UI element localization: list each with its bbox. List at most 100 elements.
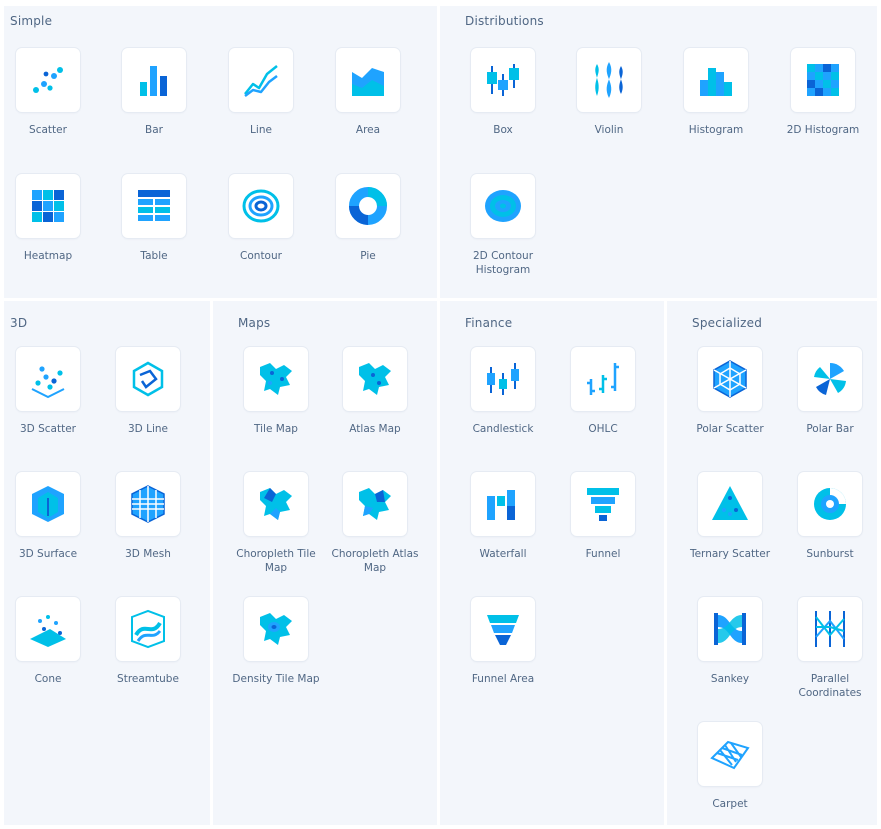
choropleth-tile-map-icon[interactable] [244,472,308,536]
funnel-icon[interactable] [571,472,635,536]
chart-type-streamtube[interactable]: Streamtube [100,597,196,686]
chart-type-label: Streamtube [117,673,179,685]
sunburst-icon[interactable] [798,472,862,536]
chart-type-scatter[interactable]: Scatter [0,48,96,137]
chart-type-label: Line [250,124,272,136]
cone-icon[interactable] [16,597,80,661]
chart-type-label: Box [493,124,513,136]
chart-type-2d-histogram[interactable]: 2D Histogram [775,48,871,137]
chart-type-label: Histogram [688,124,744,136]
tile-map-icon[interactable] [244,347,308,411]
chart-type-tile-map[interactable]: Tile Map [228,347,324,436]
heatmap-icon[interactable] [16,174,80,238]
chart-type-3d-line[interactable]: 3D Line [100,347,196,436]
chart-type-3d-surface[interactable]: 3D Surface [0,472,96,561]
choropleth-atlas-map-icon[interactable] [343,472,407,536]
chart-type-contour[interactable]: Contour [213,174,309,263]
streamtube-icon[interactable] [116,597,180,661]
chart-type-funnel-area[interactable]: Funnel Area [455,597,551,686]
chart-type-label: Funnel [585,548,621,560]
chart-type-label: Violin [594,124,624,136]
3d-scatter-icon[interactable] [16,347,80,411]
chart-type-label: 3D Mesh [125,548,171,560]
chart-type-table[interactable]: Table [106,174,202,263]
chart-type-label: Heatmap [23,250,73,262]
section-title-simple: Simple [10,14,53,28]
chart-type-label: Polar Bar [806,423,854,435]
area-icon[interactable] [336,48,400,112]
chart-type-label: 3D Surface [18,548,78,560]
3d-line-icon[interactable] [116,347,180,411]
chart-type-parallel-coordinates[interactable]: Parallel Coordinates [782,597,878,700]
chart-type-heatmap[interactable]: Heatmap [0,174,96,263]
chart-type-choropleth-atlas-map[interactable]: Choropleth Atlas Map [327,472,423,575]
sankey-icon[interactable] [698,597,762,661]
section-title-maps: Maps [238,316,271,330]
chart-type-label: Waterfall [479,548,527,560]
chart-type-cone[interactable]: Cone [0,597,96,686]
chart-type-atlas-map[interactable]: Atlas Map [327,347,423,436]
chart-type-histogram[interactable]: Histogram [668,48,764,137]
waterfall-icon[interactable] [471,472,535,536]
chart-type-polar-scatter[interactable]: Polar Scatter [682,347,778,436]
chart-type-label: Parallel Coordinates [798,673,862,699]
ohlc-icon[interactable] [571,347,635,411]
section-title-distributions: Distributions [465,14,544,28]
chart-type-label: 2D Contour Histogram [472,250,534,276]
2d-contour-histogram-icon[interactable] [471,174,535,238]
chart-type-3d-scatter[interactable]: 3D Scatter [0,347,96,436]
chart-type-sunburst[interactable]: Sunburst [782,472,878,561]
chart-type-waterfall[interactable]: Waterfall [455,472,551,561]
3d-mesh-icon[interactable] [116,472,180,536]
atlas-map-icon[interactable] [343,347,407,411]
chart-type-violin[interactable]: Violin [561,48,657,137]
chart-type-label: Polar Scatter [696,423,764,435]
chart-type-label: 3D Line [128,423,168,435]
chart-type-bar[interactable]: Bar [106,48,202,137]
chart-type-area[interactable]: Area [320,48,416,137]
chart-type-polar-bar[interactable]: Polar Bar [782,347,878,436]
table-icon[interactable] [122,174,186,238]
polar-bar-icon[interactable] [798,347,862,411]
2d-histogram-icon[interactable] [791,48,855,112]
chart-type-candlestick[interactable]: Candlestick [455,347,551,436]
chart-type-label: Sankey [710,673,750,685]
chart-type-label: Density Tile Map [232,673,320,685]
chart-type-sankey[interactable]: Sankey [682,597,778,686]
chart-type-box[interactable]: Box [455,48,551,137]
chart-type-label: Tile Map [254,423,298,435]
scatter-icon[interactable] [16,48,80,112]
chart-type-density-tile-map[interactable]: Density Tile Map [228,597,324,686]
chart-type-funnel[interactable]: Funnel [555,472,651,561]
carpet-icon[interactable] [698,722,762,786]
parallel-coordinates-icon[interactable] [798,597,862,661]
line-icon[interactable] [229,48,293,112]
chart-type-pie[interactable]: Pie [320,174,416,263]
chart-type-label: Candlestick [472,423,534,435]
chart-type-label: Carpet [712,798,748,810]
section-title-finance: Finance [465,316,513,330]
candlestick-icon[interactable] [471,347,535,411]
chart-type-choropleth-tile-map[interactable]: Choropleth Tile Map [228,472,324,575]
contour-icon[interactable] [229,174,293,238]
chart-type-label: Scatter [29,124,67,136]
box-icon[interactable] [471,48,535,112]
violin-icon[interactable] [577,48,641,112]
histogram-icon[interactable] [684,48,748,112]
chart-type-line[interactable]: Line [213,48,309,137]
3d-surface-icon[interactable] [16,472,80,536]
chart-type-3d-mesh[interactable]: 3D Mesh [100,472,196,561]
chart-type-carpet[interactable]: Carpet [682,722,778,811]
ternary-scatter-icon[interactable] [698,472,762,536]
chart-type-ohlc[interactable]: OHLC [555,347,651,436]
chart-type-label: Ternary Scatter [689,548,771,560]
funnel-area-icon[interactable] [471,597,535,661]
chart-type-2d-contour-histogram[interactable]: 2D Contour Histogram [455,174,551,277]
polar-scatter-icon[interactable] [698,347,762,411]
chart-type-label: Choropleth Tile Map [236,548,316,574]
bar-icon[interactable] [122,48,186,112]
section-title-specialized: Specialized [692,316,763,330]
pie-icon[interactable] [336,174,400,238]
chart-type-ternary-scatter[interactable]: Ternary Scatter [682,472,778,561]
density-tile-map-icon[interactable] [244,597,308,661]
